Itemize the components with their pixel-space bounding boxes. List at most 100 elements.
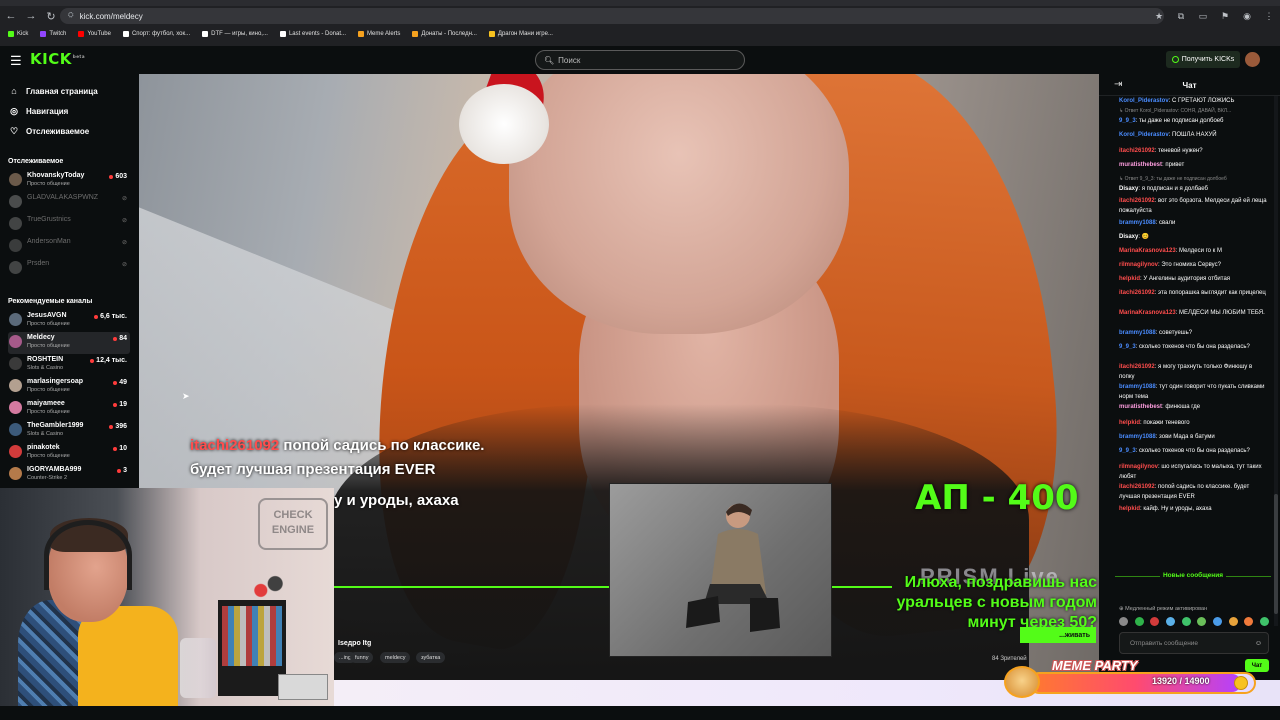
bookmark-star-icon[interactable]: ★	[1148, 11, 1170, 22]
chat-message[interactable]: Korol_Piderastov: ПОШЛА НАХУЙ	[1119, 130, 1267, 140]
emote-icon[interactable]	[1259, 617, 1269, 626]
chat-username[interactable]: Korol_Piderastov	[1119, 132, 1169, 138]
emote-icon[interactable]	[1134, 617, 1144, 626]
chat-message[interactable]: helpkid: У Ангелины аудитория отбитая	[1119, 274, 1267, 284]
emote-icon[interactable]	[1181, 617, 1191, 626]
chat-message[interactable]: itachi261092: попой садись по классике. …	[1119, 482, 1267, 502]
emote-icon[interactable]	[1197, 617, 1207, 626]
bookmark-item[interactable]: Last events - Donat...	[279, 31, 346, 37]
nav-item-0[interactable]: ⌂ Главная страница	[8, 86, 97, 96]
translate-icon[interactable]: ⚑	[1214, 11, 1236, 22]
chat-username[interactable]: itachi261092	[1119, 484, 1155, 490]
chat-input[interactable]: Отправить сообщение ☺	[1119, 632, 1269, 654]
chat-message[interactable]: rilmnagilynov: Это гномиха Сервус?	[1119, 260, 1267, 270]
stream-tag[interactable]: funny	[350, 652, 374, 663]
chat-username[interactable]: helpkid	[1119, 276, 1140, 282]
chat-message[interactable]: itachi261092: я могу трахнуть только Фин…	[1119, 362, 1267, 382]
sidebar-channel[interactable]: TheGambler1999 Slots & Casino 396	[8, 420, 130, 442]
chat-username[interactable]: helpkid	[1119, 420, 1140, 426]
chat-username[interactable]: Korol_Piderastov	[1119, 98, 1169, 104]
chat-message[interactable]: helpkid: покажи теневого	[1119, 418, 1267, 428]
chat-message[interactable]: brammy1088: зови Мада в батуми	[1119, 432, 1267, 442]
chat-username[interactable]: muratisthebest	[1119, 404, 1162, 410]
sidebar-channel[interactable]: GLADVALAKASPWNZ ⊘	[8, 192, 130, 214]
chat-username[interactable]: rilmnagilynov	[1119, 464, 1158, 470]
chat-message[interactable]: itachi261092: теневой нужен?	[1119, 146, 1267, 156]
bookmark-item[interactable]: Спорт: футбол, хок...	[122, 31, 190, 37]
bookmark-item[interactable]: YouTube	[78, 31, 111, 37]
chat-message[interactable]: brammy1088: свали	[1119, 218, 1267, 228]
stream-tag[interactable]: зубатка	[416, 652, 446, 663]
chat-username[interactable]: itachi261092	[1119, 148, 1155, 154]
site-info-icon[interactable]: ⛭	[68, 12, 74, 20]
kick-logo[interactable]: KICKbeta	[30, 50, 85, 68]
user-avatar[interactable]	[1245, 52, 1260, 67]
hamburger-menu-icon[interactable]: ☰	[10, 53, 22, 69]
sidebar-channel[interactable]: Meldecy Просто общение 84	[8, 332, 130, 354]
chat-message[interactable]: Disaxy: 😊	[1119, 232, 1267, 242]
chat-message[interactable]: MarinaKrasnova123: МЕЛДЕСИ МЫ ЛЮБИМ ТЕБЯ…	[1119, 308, 1267, 318]
chat-message[interactable]: rilmnagilynov: шо испугалась то малыха, …	[1119, 462, 1267, 482]
back-icon[interactable]: ←	[2, 7, 20, 25]
bookmark-item[interactable]: Meme Alerts	[358, 31, 400, 37]
emote-icon[interactable]	[1228, 617, 1238, 626]
chat-username[interactable]: MarinaKrasnova123	[1119, 248, 1176, 254]
chat-message[interactable]: MarinaKrasnova123: Мелдеси го к М	[1119, 246, 1267, 256]
emote-icon[interactable]	[1119, 617, 1128, 626]
chat-message[interactable]: helpkid: кайф. Ну и уроды, ахаха	[1119, 504, 1267, 514]
sidepanel-icon[interactable]: ▭	[1192, 11, 1214, 22]
emote-icon[interactable]	[1244, 617, 1254, 626]
chat-username[interactable]: brammy1088	[1119, 330, 1156, 336]
chat-username[interactable]: 9_9_3	[1119, 344, 1136, 350]
chat-username[interactable]: itachi261092	[1119, 364, 1155, 370]
chat-message[interactable]: itachi261092: эта попорашка выглядит как…	[1119, 288, 1267, 298]
chat-username[interactable]: brammy1088	[1119, 434, 1156, 440]
bookmark-item[interactable]: DTF — игры, кино,...	[202, 31, 268, 37]
chat-username[interactable]: brammy1088	[1119, 220, 1156, 226]
emote-icon[interactable]	[1165, 617, 1175, 626]
chat-username[interactable]: muratisthebest	[1119, 162, 1162, 168]
chat-scroll-thumb[interactable]	[1274, 494, 1278, 614]
chat-username[interactable]: Disaxy	[1119, 234, 1138, 240]
emote-icon[interactable]	[1150, 617, 1160, 626]
sidebar-channel[interactable]: AndersonMan ⊘	[8, 236, 130, 258]
chat-username[interactable]: Disaxy	[1119, 186, 1138, 192]
chat-message[interactable]: 9_9_3: сколько токенов что бы она раздел…	[1119, 342, 1267, 352]
bookmark-item[interactable]: Драгон Мани игре...	[488, 31, 553, 37]
chat-message[interactable]: itachi261092: вот это борзота. Мелдеси д…	[1119, 196, 1267, 216]
sidebar-channel[interactable]: IGORYAMBA999 Counter-Strike 2 3	[8, 464, 130, 486]
menu-dots-icon[interactable]: ⋮	[1258, 11, 1280, 22]
sidebar-channel[interactable]: Prsden ⊘	[8, 258, 130, 280]
bookmark-item[interactable]: Twitch	[40, 31, 66, 37]
search-input[interactable]: 🔍︎ Поиск	[535, 50, 745, 70]
chat-username[interactable]: helpkid	[1119, 506, 1140, 512]
chat-username[interactable]: 9_9_3	[1119, 118, 1136, 124]
profile-icon[interactable]: ◉	[1236, 11, 1258, 22]
chat-message[interactable]: Korol_Piderastov: С ГРЕТАЮТ ЛОЖИСЬ	[1119, 96, 1267, 106]
emoji-picker-icon[interactable]: ☺	[1255, 640, 1262, 647]
sidebar-channel[interactable]: pinakotek Просто общение 10	[8, 442, 130, 464]
sidebar-channel[interactable]: TrueGrustnics ⊘	[8, 214, 130, 236]
chat-username[interactable]: brammy1088	[1119, 384, 1156, 390]
chat-message[interactable]: brammy1088: тут один говорит что пукать …	[1119, 382, 1267, 402]
reload-icon[interactable]: ↻	[42, 7, 60, 25]
chat-message[interactable]: 9_9_3: сколько токенов что бы она раздел…	[1119, 446, 1267, 456]
chat-username[interactable]: rilmnagilynov	[1119, 262, 1158, 268]
bookmark-item[interactable]: Донаты - Последн...	[412, 31, 477, 37]
stream-tag[interactable]: meldecy	[380, 652, 411, 663]
extensions-icon[interactable]: ⧉	[1170, 11, 1192, 22]
sidebar-channel[interactable]: marlasingersoap Просто общение 49	[8, 376, 130, 398]
nav-item-2[interactable]: ♡ Отслеживаемое	[8, 126, 89, 137]
get-kicks-button[interactable]: Получить KICKs	[1166, 51, 1240, 68]
bookmark-item[interactable]: Kick	[8, 31, 28, 37]
chat-message[interactable]: muratisthebest: финюша где	[1119, 402, 1267, 412]
chat-username[interactable]: itachi261092	[1119, 290, 1155, 296]
emote-icon[interactable]	[1212, 617, 1222, 626]
nav-item-1[interactable]: ◎ Навигация	[8, 106, 68, 117]
sidebar-channel[interactable]: ROSHTEIN Slots & Casino 12,4 тыс.	[8, 354, 130, 376]
sidebar-channel[interactable]: maiyameee Просто общение 19	[8, 398, 130, 420]
subscribe-button[interactable]: ...живать	[1020, 627, 1096, 643]
chat-message[interactable]: muratisthebest: привет	[1119, 160, 1267, 170]
chat-username[interactable]: itachi261092	[1119, 198, 1155, 204]
chat-message[interactable]: ↳ Ответ Korol_Piderastov: СОНЯ, ДАВАЙ, В…	[1119, 106, 1267, 116]
